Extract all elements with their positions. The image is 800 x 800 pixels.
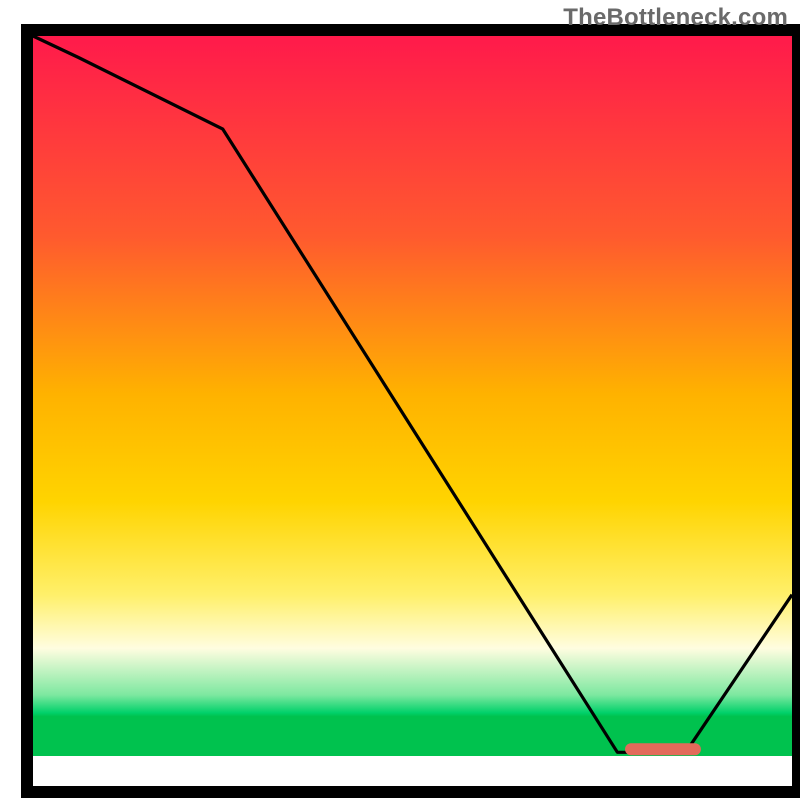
bottleneck-chart bbox=[0, 0, 800, 800]
heat-gradient bbox=[33, 36, 792, 752]
watermark-text: TheBottleneck.com bbox=[563, 4, 788, 32]
sweet-spot-marker bbox=[625, 743, 701, 755]
chart-container: TheBottleneck.com bbox=[0, 0, 800, 800]
